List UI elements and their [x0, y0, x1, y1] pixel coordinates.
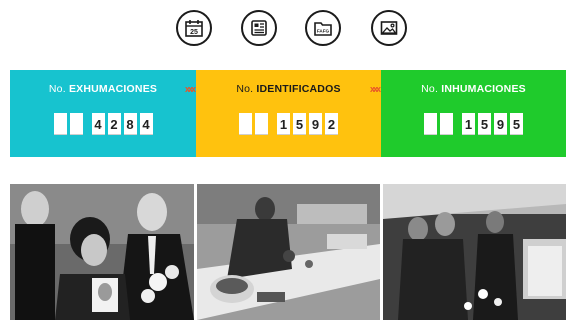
counter-digit: 5	[478, 113, 491, 135]
counter-digit: 1	[462, 113, 475, 135]
counter-digit: 9	[494, 113, 507, 135]
stat-label: No. IDENTIFICADOS	[236, 83, 341, 95]
image-icon-glyph	[380, 21, 398, 35]
folder-icon-text: FAFG	[317, 29, 330, 34]
counter-digit	[69, 113, 83, 135]
separator-mark: xxx	[370, 84, 381, 94]
folder-icon[interactable]: FAFG	[305, 10, 341, 46]
calendar-icon[interactable]: 25	[176, 10, 212, 46]
counter-digit: 4	[91, 113, 105, 135]
counter-digit	[440, 113, 453, 135]
counter-digit: 9	[309, 113, 322, 135]
calendar-icon-text: 25	[190, 29, 198, 36]
photo-vigil-image	[383, 184, 566, 320]
photo-vigil[interactable]	[383, 184, 566, 320]
stat-identificados: No. IDENTIFICADOS 1 5 9 2 xxx	[196, 70, 381, 157]
counter-digit: 5	[293, 113, 306, 135]
counter-digit	[424, 113, 437, 135]
document-icon[interactable]	[241, 10, 277, 46]
counter-digit: 8	[123, 113, 137, 135]
calendar-icon-glyph: 25	[185, 20, 203, 37]
photo-mourners-image	[10, 184, 194, 320]
counter-digit	[53, 113, 67, 135]
counter-digit: 1	[277, 113, 290, 135]
counter-digit: 5	[510, 113, 523, 135]
image-icon[interactable]	[371, 10, 407, 46]
photo-lab-table[interactable]	[197, 184, 380, 320]
counter-digit	[255, 113, 268, 135]
counter-digit: 2	[325, 113, 338, 135]
icon-row: 25 FAFG	[0, 10, 571, 50]
stat-label: No. EXHUMACIONES	[48, 83, 158, 95]
document-icon-glyph	[251, 20, 267, 36]
separator-mark: xxx	[185, 84, 196, 94]
counter-digit	[239, 113, 252, 135]
photo-mourners[interactable]	[10, 184, 194, 320]
counter-exhumaciones: 4 2 8 4	[10, 113, 196, 135]
photo-lab-table-image	[197, 184, 380, 320]
stat-inhumaciones: No. INHUMACIONES 1 5 9 5	[381, 70, 566, 157]
stat-label: No. INHUMACIONES	[421, 83, 526, 95]
counter-digit: 4	[139, 113, 153, 135]
counter-identificados: 1 5 9 2	[196, 113, 381, 135]
counter-inhumaciones: 1 5 9 5	[381, 113, 566, 135]
photo-strip	[10, 184, 566, 320]
stat-exhumaciones: No. EXHUMACIONES 4 2 8 4 xxx	[10, 70, 196, 157]
stats-band: No. EXHUMACIONES 4 2 8 4 xxx No. IDENTIF…	[10, 70, 566, 157]
folder-icon-glyph: FAFG	[314, 22, 332, 36]
counter-digit: 2	[107, 113, 121, 135]
